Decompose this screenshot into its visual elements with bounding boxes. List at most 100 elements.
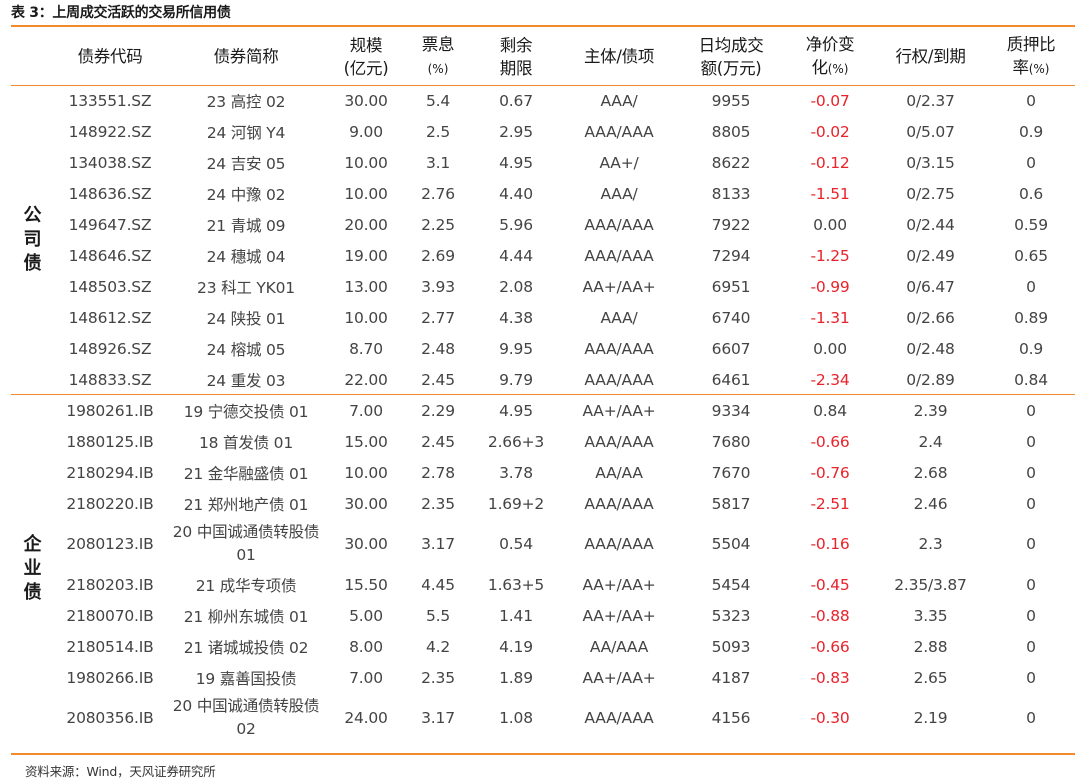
cell-size: 22.00 bbox=[344, 370, 388, 389]
cell-code: 2180203.IB bbox=[66, 575, 154, 594]
cell-change: -1.25 bbox=[810, 246, 850, 265]
cell-exercise: 0/2.66 bbox=[906, 308, 955, 327]
cell-code: 1880125.IB bbox=[66, 432, 154, 451]
cell-change: -0.66 bbox=[810, 432, 850, 451]
header-group-cell bbox=[11, 28, 54, 85]
cell-rating: AAA/AAA bbox=[584, 709, 654, 727]
cell-change: -0.07 bbox=[810, 91, 850, 110]
cell-coupon: 2.5 bbox=[425, 122, 451, 141]
cell-size: 10.00 bbox=[344, 153, 388, 172]
cell-rating: AAA/ bbox=[600, 308, 638, 327]
cell-code: 148636.SZ bbox=[68, 184, 152, 203]
cell-exercise: 2.35/3.87 bbox=[894, 575, 967, 594]
table-body: 公司债 133551.SZ 23 高控 02 30.00 5.4 0.67 AAA/9955… bbox=[11, 85, 1075, 743]
cell-change: -1.51 bbox=[810, 184, 850, 203]
cell-pledge: 0 bbox=[1026, 709, 1036, 727]
cell-name: 21 成华专项债 bbox=[195, 576, 297, 595]
cell-code: 1980261.IB bbox=[66, 401, 154, 420]
cell-pledge: 0.6 bbox=[1018, 184, 1044, 203]
cell-term: 1.89 bbox=[499, 668, 533, 687]
cell-name: 21 诸城城投债 02 bbox=[183, 638, 309, 657]
cell-coupon: 2.76 bbox=[421, 184, 455, 203]
cell-coupon: 2.45 bbox=[421, 370, 455, 389]
cell-code: 148646.SZ bbox=[68, 246, 152, 265]
cell-coupon: 2.35 bbox=[421, 494, 455, 513]
cell-size: 10.00 bbox=[344, 308, 388, 327]
cell-exercise: 0/2.49 bbox=[906, 246, 955, 265]
bond-table: 债券代码 债券简称 规模 (亿元) 票息 (%) 剩余 期限 主体/债项 日均成交 额(… bbox=[11, 28, 1075, 743]
cell-exercise: 0/5.07 bbox=[906, 122, 955, 141]
cell-exercise: 0/2.89 bbox=[906, 370, 955, 389]
cell-volume: 9334 bbox=[711, 401, 751, 420]
cell-exercise: 2.4 bbox=[918, 432, 943, 451]
cell-volume: 8133 bbox=[711, 184, 751, 203]
cell-name: 21 郑州地产债 01 bbox=[183, 495, 309, 514]
cell-volume: 6951 bbox=[711, 277, 751, 296]
cell-rating: AA+/ bbox=[599, 153, 639, 172]
cell-code: 148922.SZ bbox=[68, 122, 152, 141]
cell-pledge: 0 bbox=[1026, 575, 1036, 594]
table-row: 148922.SZ 24 河钢 Y4 9.00 2.5 2.95 AAA/AAA 8805 -… bbox=[11, 116, 1075, 147]
cell-rating: AA+/AA+ bbox=[582, 277, 656, 296]
cell-change: -0.83 bbox=[810, 668, 850, 687]
cell-size: 20.00 bbox=[344, 215, 388, 234]
cell-name: 19 宁德交投债 01 bbox=[183, 402, 309, 421]
cell-rating: AAA/ bbox=[600, 184, 638, 203]
cell-change: -0.45 bbox=[810, 575, 850, 594]
cell-size: 7.00 bbox=[349, 401, 383, 420]
cell-pledge: 0 bbox=[1026, 91, 1036, 110]
cell-term: 3.78 bbox=[499, 463, 533, 482]
cell-volume: 8805 bbox=[711, 122, 751, 141]
cell-exercise: 0/2.75 bbox=[906, 184, 955, 203]
cell-rating: AA+/AA+ bbox=[582, 575, 656, 594]
cell-term: 4.38 bbox=[499, 308, 533, 327]
table-row: 1980266.IB 19 嘉善国投债 7.00 2.35 1.89 AA+/AA+ 418… bbox=[11, 662, 1075, 693]
cell-code: 148833.SZ bbox=[68, 370, 152, 389]
cell-name: 21 金华融盛债 01 bbox=[183, 464, 309, 483]
header-volume: 日均成交 额(万元) bbox=[698, 35, 764, 78]
cell-name: 24 河钢 Y4 bbox=[206, 123, 286, 142]
top-rule bbox=[11, 25, 1075, 27]
cell-name: 24 陕投 01 bbox=[206, 309, 286, 328]
cell-name: 23 科工 YK01 bbox=[197, 278, 295, 297]
table-row: 148646.SZ 24 穗城 04 19.00 2.69 4.44 AAA/AAA 729… bbox=[11, 240, 1075, 271]
cell-coupon: 2.35 bbox=[421, 668, 455, 687]
header-code: 债券代码 bbox=[77, 47, 143, 66]
cell-change: -0.12 bbox=[810, 153, 850, 172]
cell-name: 20 中国诚通债转股债 01 bbox=[172, 523, 320, 564]
cell-rating: AAA/AAA bbox=[584, 215, 654, 234]
cell-pledge: 0.84 bbox=[1014, 370, 1048, 389]
cell-name: 24 中豫 02 bbox=[206, 185, 286, 204]
cell-coupon: 5.4 bbox=[425, 91, 451, 110]
cell-rating: AAA/AAA bbox=[584, 432, 654, 451]
table-row: 148926.SZ 24 榕城 05 8.70 2.48 9.95 AAA/AAA 6607… bbox=[11, 333, 1075, 364]
table-row: 1880125.IB 18 首发债 01 15.00 2.45 2.66+3 AAA/AA… bbox=[11, 426, 1075, 457]
cell-code: 134038.SZ bbox=[68, 153, 152, 172]
cell-pledge: 0.65 bbox=[1014, 246, 1048, 265]
cell-volume: 7294 bbox=[711, 246, 751, 265]
cell-pledge: 0 bbox=[1026, 463, 1036, 482]
cell-code: 2180294.IB bbox=[66, 463, 154, 482]
cell-rating: AAA/AAA bbox=[584, 494, 654, 513]
header-rating: 主体/债项 bbox=[583, 47, 655, 66]
cell-volume: 8622 bbox=[711, 153, 751, 172]
cell-volume: 7922 bbox=[711, 215, 751, 234]
cell-pledge: 0 bbox=[1026, 494, 1036, 513]
cell-change: -0.99 bbox=[810, 277, 850, 296]
cell-term: 9.79 bbox=[499, 370, 533, 389]
table-row: 企业债 1980261.IB 19 宁德交投债 01 7.00 2.29 4.95 AA+/… bbox=[11, 395, 1075, 604]
cell-pledge: 0 bbox=[1026, 401, 1036, 420]
cell-change: 0.00 bbox=[813, 339, 847, 358]
cell-rating: AA/AA bbox=[595, 463, 643, 482]
cell-exercise: 2.46 bbox=[913, 494, 948, 513]
table-row: 148833.SZ 24 重发 03 22.00 2.45 9.79 AAA/AAA 646… bbox=[11, 364, 1075, 395]
cell-size: 10.00 bbox=[344, 463, 388, 482]
cell-exercise: 3.35 bbox=[913, 606, 948, 625]
header-exercise: 行权/到期 bbox=[895, 47, 966, 66]
cell-pledge: 0 bbox=[1026, 637, 1036, 656]
cell-coupon: 2.25 bbox=[421, 215, 455, 234]
cell-code: 1980266.IB bbox=[66, 668, 154, 687]
cell-coupon: 3.1 bbox=[425, 153, 451, 172]
cell-volume: 7670 bbox=[711, 463, 751, 482]
cell-pledge: 0.9 bbox=[1018, 122, 1044, 141]
